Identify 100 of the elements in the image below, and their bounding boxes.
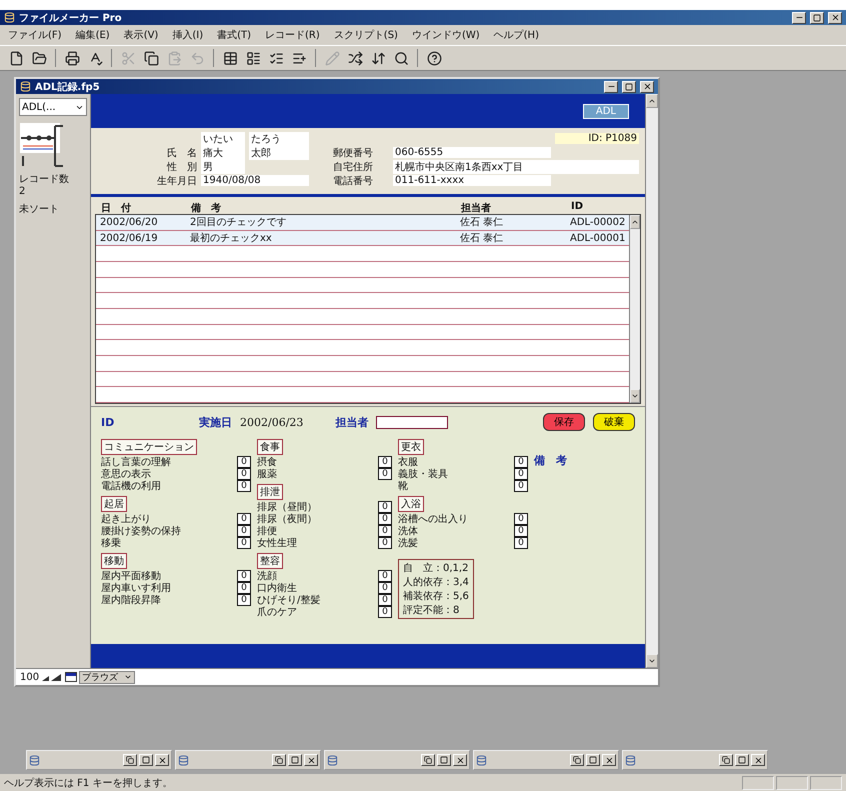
save-button[interactable]: 保存 — [543, 413, 585, 431]
group-title: 食事 — [257, 439, 283, 455]
menu-item[interactable]: ヘルプ(H) — [494, 28, 539, 42]
scrollbar[interactable] — [629, 215, 640, 403]
restore-button[interactable] — [421, 754, 435, 766]
score-field[interactable]: 0 — [237, 594, 251, 606]
search-icon — [394, 50, 408, 66]
legend-text: 評定不能：8 — [403, 604, 460, 617]
close-button[interactable] — [155, 754, 169, 766]
zoom-level[interactable]: 100 — [20, 672, 40, 682]
score-field[interactable]: 0 — [378, 513, 392, 525]
maximize-button[interactable] — [622, 80, 636, 92]
score-field[interactable]: 0 — [378, 468, 392, 480]
zoom-icon — [41, 672, 64, 682]
score-field[interactable]: 0 — [378, 606, 392, 618]
score-field[interactable]: 0 — [378, 570, 392, 582]
menu-item[interactable]: ファイル(F) — [8, 28, 62, 42]
maximize-button[interactable] — [735, 754, 749, 766]
address-field[interactable]: 札幌市中央区南1条西xx丁目 — [393, 160, 639, 174]
record-row[interactable]: 2002/06/20 2回目のチェックです 佐石 泰仁 ADL-00002 — [96, 215, 630, 231]
score-field[interactable]: 0 — [514, 525, 528, 537]
maximize-button[interactable] — [437, 754, 451, 766]
score-field[interactable]: 0 — [378, 501, 392, 513]
layout-dropdown[interactable]: ADL(... — [19, 98, 87, 116]
close-button[interactable] — [453, 754, 467, 766]
scrollbar[interactable] — [645, 94, 658, 668]
menu-item[interactable]: レコード(R) — [265, 28, 320, 42]
record-count-label: レコード数 — [19, 174, 70, 186]
menu-item[interactable]: ウインドウ(W) — [412, 28, 480, 42]
kana-field[interactable]: たろう — [249, 132, 309, 146]
score-field[interactable]: 0 — [514, 537, 528, 549]
close-button[interactable] — [751, 754, 765, 766]
score-field[interactable]: 0 — [378, 525, 392, 537]
close-button[interactable] — [304, 754, 318, 766]
score-field[interactable]: 0 — [514, 513, 528, 525]
maximize-icon — [813, 14, 821, 22]
maximize-button[interactable] — [810, 12, 824, 24]
score-field[interactable]: 0 — [237, 537, 251, 549]
status-area-icon — [65, 672, 78, 682]
checklist-icon — [268, 50, 284, 66]
minimized-window[interactable] — [324, 750, 470, 770]
item-label: 屋内階段昇降 — [101, 594, 161, 607]
item-label: 話し言葉の理解 — [101, 456, 171, 468]
restore-icon — [126, 756, 134, 764]
restore-button[interactable] — [272, 754, 286, 766]
restore-button[interactable] — [570, 754, 584, 766]
sex-field[interactable]: 男 — [201, 160, 245, 174]
kana-field[interactable]: いたい — [201, 132, 245, 146]
phone-field[interactable]: 011-611-xxxx — [393, 175, 551, 186]
close-icon — [604, 756, 614, 764]
postal-field[interactable]: 060-6555 — [393, 147, 551, 158]
id-field[interactable]: ID: P1089 — [555, 133, 639, 144]
maximize-button[interactable] — [288, 754, 302, 766]
field-label: 性 別 — [166, 160, 197, 174]
score-field[interactable]: 0 — [237, 582, 251, 594]
score-field[interactable]: 0 — [378, 537, 392, 549]
name-field[interactable]: 太郎 — [249, 146, 309, 160]
status-pane — [742, 776, 774, 790]
minimized-window[interactable] — [175, 750, 321, 770]
score-field[interactable]: 0 — [237, 570, 251, 582]
score-field[interactable]: 0 — [378, 582, 392, 594]
document-icon — [327, 754, 338, 766]
menu-item[interactable]: 表示(V) — [124, 28, 158, 42]
maximize-icon — [738, 756, 746, 764]
score-field[interactable]: 0 — [237, 513, 251, 525]
close-button[interactable] — [602, 754, 616, 766]
score-field[interactable]: 0 — [514, 456, 528, 468]
score-field[interactable]: 0 — [237, 456, 251, 468]
record-row[interactable]: 2002/06/19 最初のチェックxx 佐石 泰仁 ADL-00001 — [96, 230, 630, 246]
staff-field[interactable] — [376, 416, 448, 428]
restore-button[interactable] — [719, 754, 733, 766]
menu-item[interactable]: スクリプト(S) — [334, 28, 398, 42]
score-field[interactable]: 0 — [514, 480, 528, 492]
menu-item[interactable]: 編集(E) — [76, 28, 110, 42]
close-button[interactable] — [640, 80, 654, 92]
minimize-button[interactable] — [792, 12, 806, 24]
discard-button[interactable]: 破棄 — [593, 413, 635, 431]
maximize-button[interactable] — [139, 754, 153, 766]
score-field[interactable]: 0 — [237, 468, 251, 480]
undo-icon — [190, 50, 204, 66]
birth-field[interactable]: 1940/08/08 — [201, 175, 309, 186]
menu-item[interactable]: 書式(T) — [217, 28, 252, 42]
mode-dropdown[interactable]: ブラウズ — [79, 670, 136, 684]
group-title: 起居 — [101, 496, 127, 512]
minimized-window[interactable] — [473, 750, 619, 770]
minimized-window[interactable] — [622, 750, 768, 770]
scissors-icon — [120, 50, 136, 66]
minimize-button[interactable] — [604, 80, 618, 92]
close-button[interactable] — [828, 12, 842, 24]
maximize-button[interactable] — [586, 754, 600, 766]
minimized-window[interactable] — [26, 750, 172, 770]
score-field[interactable]: 0 — [237, 525, 251, 537]
score-field[interactable]: 0 — [237, 480, 251, 492]
score-field[interactable]: 0 — [378, 594, 392, 606]
menu-item[interactable]: 挿入(I) — [172, 28, 204, 42]
score-field[interactable]: 0 — [514, 468, 528, 480]
restore-button[interactable] — [123, 754, 137, 766]
score-field[interactable]: 0 — [378, 456, 392, 468]
item-label: 排便 — [257, 524, 277, 538]
name-field[interactable]: 痛大 — [201, 146, 245, 160]
